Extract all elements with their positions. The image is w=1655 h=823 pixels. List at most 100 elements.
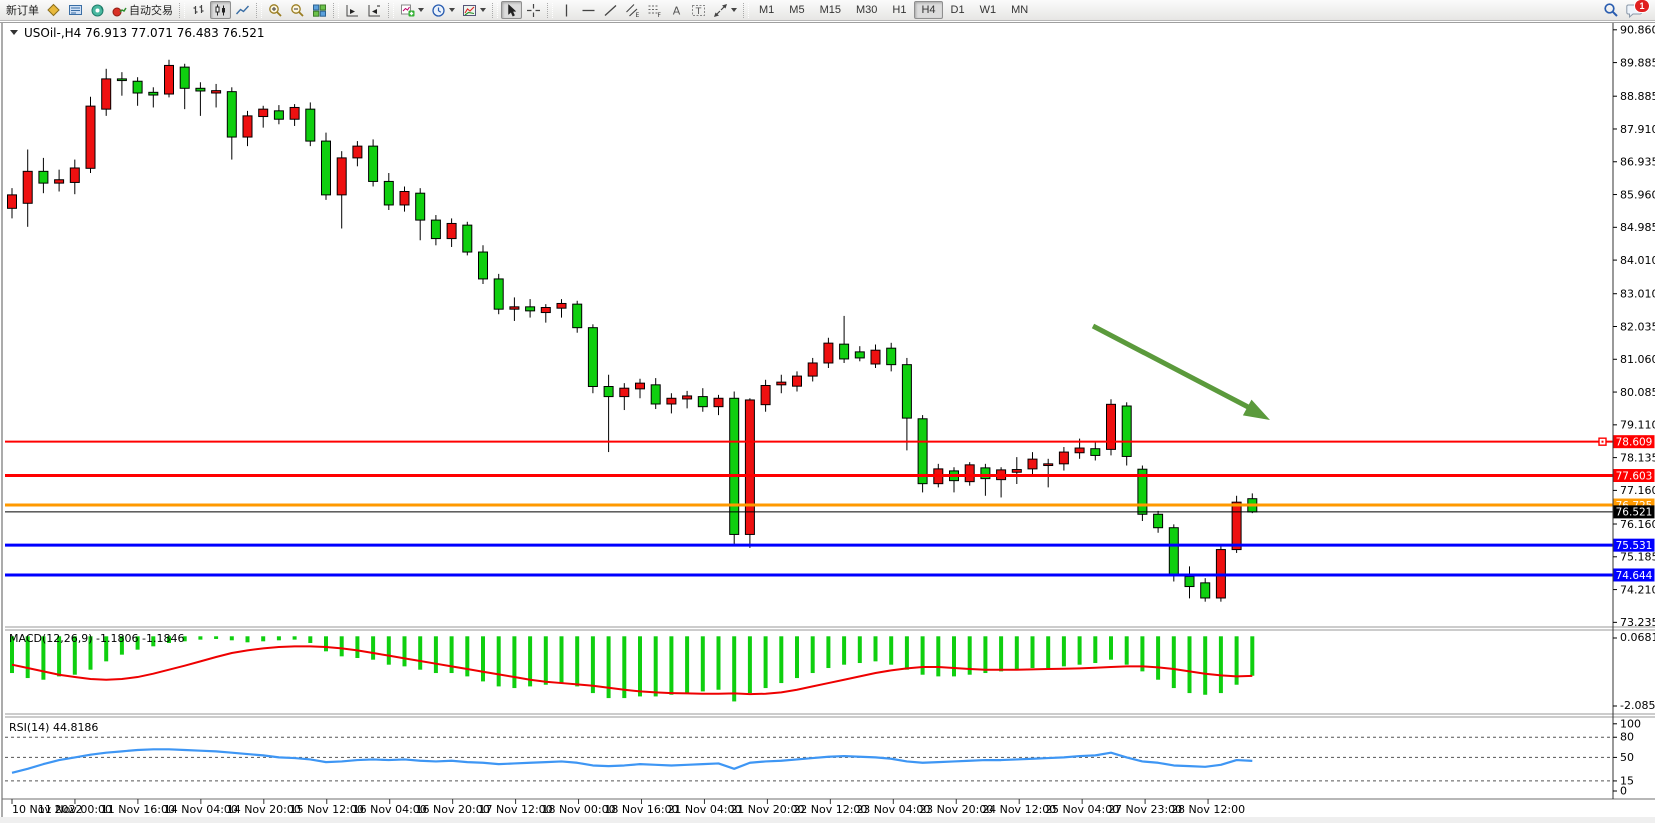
svg-text:50: 50 xyxy=(1620,751,1634,764)
svg-text:80: 80 xyxy=(1620,731,1634,744)
macd-histogram-bar xyxy=(669,636,673,694)
period-caret[interactable] xyxy=(449,8,455,12)
chart-window[interactable]: 78.60977.60376.72576.52175.53174.64490.8… xyxy=(0,21,1655,823)
data-window-icon[interactable] xyxy=(65,1,86,19)
svg-text:100: 100 xyxy=(1620,717,1641,730)
macd-histogram-bar xyxy=(246,636,250,642)
svg-text:75.185: 75.185 xyxy=(1620,551,1655,564)
autotrading-button[interactable]: 自动交易 xyxy=(109,1,176,19)
macd-histogram-bar xyxy=(1156,636,1160,679)
candle xyxy=(70,168,79,182)
macd-histogram-bar xyxy=(1250,636,1254,675)
macd-histogram-bar xyxy=(1046,636,1050,668)
market-watch-icon[interactable] xyxy=(43,1,64,19)
navigator-icon[interactable] xyxy=(87,1,108,19)
search-icon[interactable] xyxy=(1600,1,1622,19)
fibonacci-icon[interactable]: F xyxy=(644,1,665,19)
vertical-line-icon[interactable] xyxy=(556,1,577,19)
candle xyxy=(855,352,864,358)
candle xyxy=(431,220,440,238)
equidistant-channel-icon[interactable]: E xyxy=(622,1,643,19)
macd-histogram-bar xyxy=(999,636,1003,671)
line-chart-icon[interactable] xyxy=(232,1,253,19)
timeframe-m30-button[interactable]: M30 xyxy=(849,1,884,19)
chat-icon[interactable]: 1 xyxy=(1623,1,1646,19)
text-label-icon[interactable]: T xyxy=(688,1,709,19)
macd-histogram-bar xyxy=(858,636,862,663)
svg-text:90.860: 90.860 xyxy=(1620,24,1655,37)
macd-histogram-bar xyxy=(293,636,297,639)
bar-chart-icon[interactable] xyxy=(188,1,209,19)
macd-histogram-bar xyxy=(685,636,689,693)
text-icon[interactable]: A xyxy=(666,1,687,19)
candle xyxy=(39,171,48,183)
macd-histogram-bar xyxy=(779,636,783,683)
candle xyxy=(541,308,550,313)
crosshair-icon[interactable] xyxy=(523,1,544,19)
tile-windows-icon[interactable] xyxy=(309,1,330,19)
zoom-out-icon[interactable] xyxy=(287,1,308,19)
arrows-caret[interactable] xyxy=(731,8,737,12)
macd-histogram-bar xyxy=(277,636,281,640)
timeframe-d1-button[interactable]: D1 xyxy=(944,1,972,19)
timeframe-m15-button[interactable]: M15 xyxy=(813,1,848,19)
timeframe-h1-button[interactable]: H1 xyxy=(885,1,913,19)
add-indicator-caret[interactable] xyxy=(418,8,424,12)
macd-histogram-bar xyxy=(198,636,202,639)
chart-shift-icon[interactable] xyxy=(342,1,363,19)
macd-histogram-bar xyxy=(1031,636,1035,668)
candle xyxy=(337,158,346,195)
horizontal-line-icon[interactable] xyxy=(578,1,599,19)
candle xyxy=(620,388,629,396)
candle xyxy=(86,106,95,168)
period-clock-icon[interactable] xyxy=(428,1,458,19)
candle xyxy=(730,398,739,534)
zoom-in-icon[interactable] xyxy=(265,1,286,19)
timeframe-m5-button[interactable]: M5 xyxy=(782,1,811,19)
candle xyxy=(23,171,32,203)
macd-histogram-bar xyxy=(308,636,312,643)
svg-text:82.035: 82.035 xyxy=(1620,320,1655,333)
autotrading-label: 自动交易 xyxy=(129,2,173,18)
candle xyxy=(212,91,221,93)
candle xyxy=(573,304,582,328)
timeframe-h4-button[interactable]: H4 xyxy=(914,1,942,19)
candle xyxy=(1028,459,1037,469)
timeframe-mn-button[interactable]: MN xyxy=(1004,1,1035,19)
candle xyxy=(965,465,974,482)
autotrading-icon xyxy=(112,3,127,18)
macd-histogram-bar xyxy=(952,636,956,676)
template-icon[interactable] xyxy=(459,1,489,19)
macd-histogram-bar xyxy=(1015,636,1019,669)
svg-text:81.060: 81.060 xyxy=(1620,353,1655,366)
macd-histogram-bar xyxy=(591,636,595,693)
candle xyxy=(259,109,268,116)
macd-histogram-bar xyxy=(575,636,579,686)
candle xyxy=(1091,449,1100,456)
status-strip xyxy=(0,817,1655,823)
macd-histogram-bar xyxy=(889,636,893,664)
cursor-icon[interactable] xyxy=(501,1,522,19)
candle xyxy=(1075,448,1084,453)
candle xyxy=(1232,502,1241,549)
trendline-icon[interactable] xyxy=(600,1,621,19)
macd-histogram-bar xyxy=(214,636,218,639)
arrows-icon[interactable] xyxy=(710,1,740,19)
chart-title: USOil-,H4 76.913 77.071 76.483 76.521 xyxy=(10,26,265,40)
svg-text:77.603: 77.603 xyxy=(1616,470,1653,482)
new-order-button[interactable]: 新订单 xyxy=(3,1,42,19)
svg-text:RSI(14) 44.8186: RSI(14) 44.8186 xyxy=(9,721,98,734)
macd-histogram-bar xyxy=(1078,636,1082,664)
candle xyxy=(102,79,111,109)
macd-histogram-bar xyxy=(340,636,344,656)
timeframe-m1-button[interactable]: M1 xyxy=(752,1,781,19)
add-indicator-icon[interactable] xyxy=(397,1,427,19)
macd-histogram-bar xyxy=(1219,636,1223,693)
candlestick-chart-icon[interactable] xyxy=(210,1,231,19)
candle xyxy=(745,400,754,534)
timeframe-w1-button[interactable]: W1 xyxy=(973,1,1004,19)
candle xyxy=(683,396,692,399)
auto-scroll-icon[interactable] xyxy=(364,1,385,19)
candle xyxy=(1059,452,1068,464)
template-caret[interactable] xyxy=(480,8,486,12)
